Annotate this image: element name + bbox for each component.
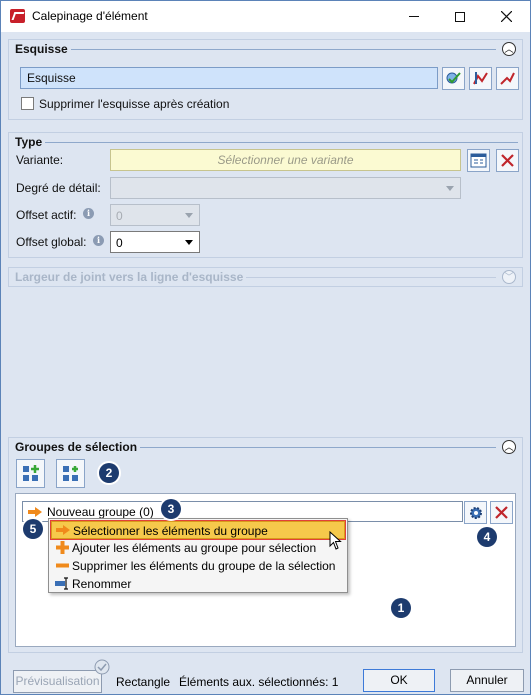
delete-group-button[interactable] [490,501,513,524]
delete-x-icon [501,154,514,167]
section-joint: Largeur de joint vers la ligne d'esquiss… [8,267,523,287]
esquisse-field[interactable]: Esquisse [20,67,438,89]
window-title: Calepinage d'élément [32,9,148,23]
menu-item-remove-from-group[interactable]: Supprimer les éléments du groupe de la s… [51,557,345,575]
cancel-button[interactable]: Annuler [450,669,524,692]
offset-global-label: Offset global: [16,235,87,249]
selected-count-label: Éléments aux. sélectionnés: 1 [179,675,339,689]
section-groupes-title: Groupes de sélection [15,440,141,454]
gear-icon [469,506,482,519]
section-esquisse-title: Esquisse [15,42,71,56]
callout-badge-1: 1 [391,598,411,618]
chevron-down-icon [185,213,193,218]
close-icon [500,11,512,22]
arrow-right-icon [28,507,42,517]
callout-badge-3: 3 [161,499,181,519]
group-context-menu: Sélectionner les éléments du groupe Ajou… [48,518,348,593]
app-logo-icon [10,9,25,23]
maximize-button[interactable] [437,1,483,32]
add-group-button[interactable] [16,459,45,488]
mouse-cursor-icon [329,531,342,550]
menu-item-add-to-group[interactable]: Ajouter les éléments au groupe pour séle… [51,539,345,557]
edit-sketch-button[interactable] [469,67,492,90]
browse-variant-button[interactable] [467,149,490,172]
chevron-down-icon [446,186,454,191]
rename-icon [55,577,68,590]
callout-badge-2: 2 [99,463,119,483]
menu-item-label: Sélectionner les éléments du groupe [73,524,268,538]
catalog-icon [470,153,487,168]
draw-sketch-button[interactable] [496,67,519,90]
sketch-draw-icon [500,72,515,85]
chevron-down-icon [185,240,193,245]
offset-actif-label: Offset actif: [16,208,77,222]
offset-actif-select[interactable]: 0 [110,204,200,226]
group-name: Nouveau groupe (0) [47,505,154,519]
minimize-button[interactable] [391,1,437,32]
collapse-icon[interactable]: ︿ [502,42,516,56]
menu-item-label: Renommer [72,577,132,591]
shape-label: Rectangle [116,675,171,689]
pick-sketch-icon [446,72,461,84]
pick-sketch-button[interactable] [442,67,465,90]
title-bar[interactable]: Calepinage d'élément [1,1,530,32]
section-joint-header[interactable]: Largeur de joint vers la ligne d'esquiss… [9,267,522,287]
plus-icon [56,541,69,554]
section-joint-title: Largeur de joint vers la ligne d'esquiss… [15,270,247,284]
expand-icon[interactable]: ﹀ [502,270,516,284]
section-esquisse-header[interactable]: Esquisse ︿ [9,39,522,59]
menu-item-select-group[interactable]: Sélectionner les éléments du groupe [50,520,346,540]
dialog-window: Calepinage d'élément Esquisse ︿ Esquisse… [0,0,531,695]
delete-sketch-checkbox[interactable] [21,97,34,110]
ok-button[interactable]: OK [363,669,435,692]
variante-field[interactable]: Sélectionner une variante [110,149,461,171]
maximize-icon [455,11,465,22]
add-subgroup-button[interactable] [56,459,85,488]
add-group-icon [22,464,39,481]
collapse-icon[interactable]: ︿ [502,440,516,454]
offset-actif-value: 0 [116,209,123,223]
sketch-edit-icon [473,72,488,85]
menu-item-label: Ajouter les éléments au groupe pour séle… [72,541,317,555]
arrow-right-icon [56,525,70,535]
offset-global-value: 0 [116,236,123,250]
degre-select[interactable] [110,177,461,199]
clear-variant-button[interactable] [496,149,519,172]
delete-sketch-label: Supprimer l'esquisse après création [39,97,230,111]
info-icon: i [83,208,94,219]
group-settings-button[interactable] [464,501,487,524]
section-groupes-header[interactable]: Groupes de sélection ︿ [9,437,522,457]
delete-x-icon [495,506,508,519]
menu-item-label: Supprimer les éléments du groupe de la s… [72,559,336,573]
info-icon: i [93,235,104,246]
check-circle-icon [94,659,110,675]
menu-item-rename[interactable]: Renommer [51,575,345,593]
minimize-icon [409,16,419,17]
callout-badge-4: 4 [477,527,497,547]
add-subgroup-icon [62,465,78,481]
variante-label: Variante: [16,153,64,167]
close-button[interactable] [483,1,529,32]
degre-label: Degré de détail: [16,181,101,195]
minus-icon [56,563,69,568]
section-type-title: Type [15,135,46,149]
callout-badge-5: 5 [23,519,43,539]
section-divider [19,49,496,50]
section-divider [19,142,518,143]
offset-global-select[interactable]: 0 [110,231,200,253]
preview-button[interactable]: Prévisualisation [13,670,102,693]
